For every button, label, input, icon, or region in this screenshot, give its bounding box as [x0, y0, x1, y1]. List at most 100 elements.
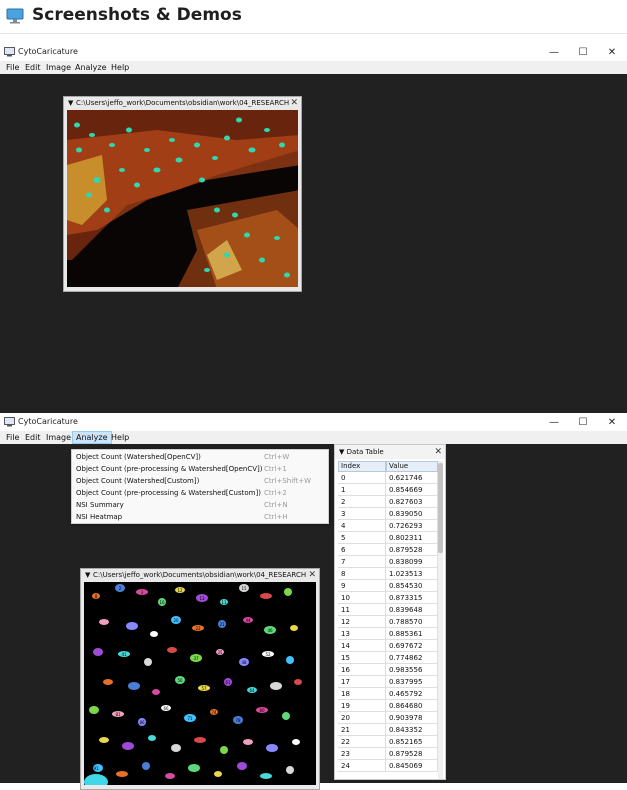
table-row[interactable]: 0 0.621746 — [338, 472, 438, 484]
table-row[interactable]: 19 0.864680 — [338, 700, 438, 712]
table-row[interactable]: 17 0.837995 — [338, 676, 438, 688]
window-titlebar: CytoCaricature — ☐ ✕ — [0, 44, 627, 61]
menu-analyze[interactable]: Analyze — [72, 431, 112, 444]
nucleus-blob — [99, 737, 109, 743]
table-row[interactable]: 4 0.726293 — [338, 520, 438, 532]
subwindow-titlebar[interactable]: ▼ C:\Users\jeffo_work\Documents\obsidian\… — [81, 569, 319, 581]
cell-index: 16 — [338, 664, 386, 676]
table-row[interactable]: 9 0.854530 — [338, 580, 438, 592]
data-table-panel: ▼ Data Table ✕ Index Value 0 0.621746 1 0.8… — [334, 444, 446, 780]
table-row[interactable]: 10 0.873315 — [338, 592, 438, 604]
cell-value: 0.788570 — [386, 616, 438, 628]
menu-item-object-count-watershed-opencv[interactable]: Object Count (Watershed[OpenCV]) Ctrl+W — [72, 451, 328, 463]
nucleus-blob — [214, 771, 222, 777]
cell-value: 0.838099 — [386, 556, 438, 568]
table-row[interactable]: 23 0.879528 — [338, 748, 438, 760]
scrollbar-thumb[interactable] — [438, 463, 443, 553]
close-button[interactable]: ✕ — [598, 414, 626, 431]
cell-index: 5 — [338, 532, 386, 544]
window-titlebar: CytoCaricature — ☐ ✕ — [0, 414, 627, 431]
nucleus-blob — [89, 706, 99, 714]
close-button[interactable]: ✕ — [598, 44, 626, 61]
table-row[interactable]: 16 0.983556 — [338, 664, 438, 676]
collapse-triangle-icon[interactable]: ▼ — [68, 97, 76, 109]
cell-value: 0.903978 — [386, 712, 438, 724]
cell-index: 11 — [338, 604, 386, 616]
table-row[interactable]: 1 0.854669 — [338, 484, 438, 496]
labeled-image-subwindow[interactable]: ▼ C:\Users\jeffo_work\Documents\obsidian\… — [80, 568, 320, 790]
data-table-title: Data Table — [346, 448, 384, 456]
table-row[interactable]: 2 0.827603 — [338, 496, 438, 508]
table-row[interactable]: 21 0.843352 — [338, 724, 438, 736]
page-title: Screenshots & Demos — [32, 5, 242, 25]
nucleus-label: 15 — [241, 586, 247, 591]
nucleus-blob — [116, 771, 128, 777]
maximize-button[interactable]: ☐ — [569, 44, 597, 61]
table-row[interactable]: 24 0.845069 — [338, 760, 438, 772]
menu-edit[interactable]: Edit — [22, 61, 44, 74]
microscopy-image — [67, 110, 298, 287]
subwindow-close-icon[interactable]: ✕ — [290, 97, 298, 109]
menu-image[interactable]: Image — [43, 61, 74, 74]
nucleus-blob — [290, 625, 298, 631]
table-row[interactable]: 11 0.839648 — [338, 604, 438, 616]
table-row[interactable]: 5 0.802311 — [338, 532, 438, 544]
cell-index: 10 — [338, 592, 386, 604]
table-row[interactable]: 12 0.788570 — [338, 616, 438, 628]
nucleus-blob — [84, 774, 108, 785]
nucleus-blob — [194, 737, 206, 743]
table-row[interactable]: 14 0.697672 — [338, 640, 438, 652]
maximize-button[interactable]: ☐ — [569, 414, 597, 431]
subwindow-close-icon[interactable]: ✕ — [308, 569, 316, 581]
cell-value: 0.873315 — [386, 592, 438, 604]
nucleus-label: 41 — [121, 652, 127, 657]
minimize-button[interactable]: — — [540, 44, 568, 61]
table-row[interactable]: 8 1.023513 — [338, 568, 438, 580]
nucleus-blob — [286, 766, 294, 774]
minimize-button[interactable]: — — [540, 414, 568, 431]
cell-value: 0.839050 — [386, 508, 438, 520]
menu-item-nsi-summary[interactable]: NSI Summary Ctrl+N — [72, 499, 328, 511]
menu-item-nsi-heatmap[interactable]: NSI Heatmap Ctrl+H — [72, 511, 328, 523]
menu-help[interactable]: Help — [108, 431, 132, 444]
table-row[interactable]: 13 0.885361 — [338, 628, 438, 640]
subwindow-titlebar[interactable]: ▼ C:\Users\jeffo_work\Documents\obsidian\… — [64, 97, 301, 109]
table-row[interactable]: 18 0.465792 — [338, 688, 438, 700]
table-row[interactable]: 22 0.852165 — [338, 736, 438, 748]
workspace: ▼ C:\Users\jeffo_work\Documents\obsidian\… — [0, 74, 627, 413]
table-row[interactable]: 20 0.903978 — [338, 712, 438, 724]
collapse-triangle-icon[interactable]: ▼ — [85, 569, 93, 581]
nucleus-blob — [99, 619, 109, 625]
labeled-nuclei-image: 8 2 3 10 12 11 13 15 20 22 21 37 35 41 44 46 48 52 56 57 61 6… — [84, 582, 316, 785]
nucleus-blob — [150, 631, 158, 637]
menu-image[interactable]: Image — [43, 431, 74, 444]
nucleus-label: 11 — [221, 600, 227, 605]
nucleus-blob — [286, 656, 294, 664]
cell-value: 0.854530 — [386, 580, 438, 592]
column-header-index[interactable]: Index — [338, 461, 386, 472]
nucleus-label: 21 — [219, 622, 225, 627]
nucleus-label: 81 — [115, 712, 121, 717]
cell-value: 0.983556 — [386, 664, 438, 676]
table-row[interactable]: 3 0.839050 — [338, 508, 438, 520]
table-row[interactable]: 6 0.879528 — [338, 544, 438, 556]
menu-analyze[interactable]: Analyze — [72, 61, 110, 74]
cell-value: 0.852165 — [386, 736, 438, 748]
nucleus-blob — [93, 648, 103, 656]
cell-index: 12 — [338, 616, 386, 628]
column-header-value[interactable]: Value — [386, 461, 438, 472]
nucleus-blob — [266, 744, 278, 752]
table-row[interactable]: 15 0.774862 — [338, 652, 438, 664]
menu-file[interactable]: File — [3, 431, 22, 444]
table-row[interactable]: 7 0.838099 — [338, 556, 438, 568]
menu-item-object-count-watershed-custom[interactable]: Object Count (Watershed[Custom]) Ctrl+Sh… — [72, 475, 328, 487]
menu-help[interactable]: Help — [108, 61, 132, 74]
menu-item-object-count-preprocessing-custom[interactable]: Object Count (pre-processing & Watershed… — [72, 487, 328, 499]
table-scrollbar[interactable] — [438, 461, 443, 779]
data-table-close-icon[interactable]: ✕ — [434, 445, 442, 459]
image-subwindow[interactable]: ▼ C:\Users\jeffo_work\Documents\obsidian\… — [63, 96, 302, 292]
menu-file[interactable]: File — [3, 61, 22, 74]
menu-item-object-count-preprocessing-opencv[interactable]: Object Count (pre-processing & Watershed… — [72, 463, 328, 475]
data-table-titlebar[interactable]: ▼ Data Table — [335, 445, 445, 459]
menu-edit[interactable]: Edit — [22, 431, 44, 444]
